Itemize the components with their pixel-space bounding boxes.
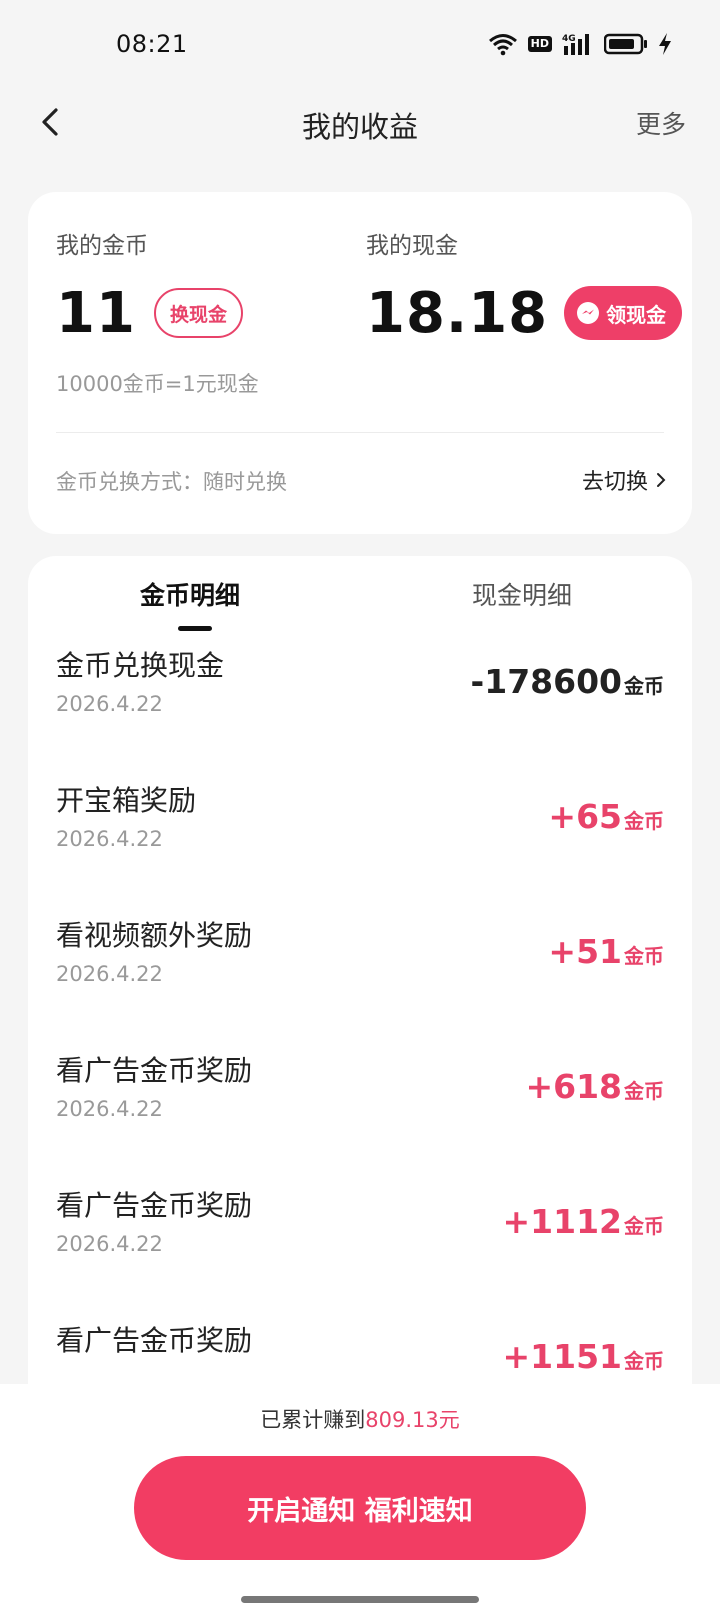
record-unit: 金币 <box>624 1214 664 1238</box>
exchange-rate-text: 10000金币=1元现金 <box>56 372 259 396</box>
record-date: 2026.4.22 <box>56 827 163 851</box>
record-title: 看视频额外奖励 <box>56 919 253 952</box>
record-amount: +51 金币 <box>548 932 664 971</box>
record-value: +618 <box>525 1067 622 1106</box>
record-unit: 金币 <box>624 1349 664 1373</box>
page-title: 我的收益 <box>301 110 418 144</box>
chevron-right-icon <box>657 473 666 487</box>
record-value: +65 <box>548 797 622 836</box>
home-indicator[interactable] <box>241 1596 479 1603</box>
detail-tabs: 金币明细 现金明细 <box>28 576 692 636</box>
record-value: -178600 <box>470 662 622 701</box>
battery-icon <box>604 33 648 55</box>
record-amount: +1112 金币 <box>503 1202 665 1241</box>
withdraw-cash-button[interactable]: 领现金 <box>564 286 683 340</box>
total-earned-text: 已累计赚到809.13元 <box>0 1404 720 1434</box>
record-value: +51 <box>548 932 622 971</box>
withdraw-cash-label: 领现金 <box>606 302 667 327</box>
bottom-bar: 已累计赚到809.13元 开启通知 福利速知 <box>0 1384 720 1612</box>
switch-label: 去切换 <box>581 470 648 495</box>
record-value: +1151 <box>502 1337 623 1376</box>
switch-method-button[interactable]: 去切换 <box>582 464 666 496</box>
hd-icon: HD <box>527 36 552 52</box>
record-unit: 金币 <box>624 1079 664 1103</box>
record-amount: +1151 金币 <box>503 1337 665 1376</box>
record-amount: -178600 金币 <box>471 662 664 701</box>
divider <box>56 432 664 433</box>
cash-amount-row: 18.18 领现金 <box>366 280 683 346</box>
enable-notifications-button[interactable]: 开启通知 福利速知 <box>134 1456 586 1560</box>
active-tab-indicator <box>178 626 212 631</box>
signal-4g-icon: 4G <box>562 32 594 56</box>
record-amount: +65 金币 <box>548 797 664 836</box>
record-unit: 金币 <box>624 674 664 698</box>
list-item[interactable]: 看视频额外奖励 2026.4.22 +51 金币 <box>28 914 692 1049</box>
record-title: 看广告金币奖励 <box>56 1189 253 1222</box>
svg-text:4G: 4G <box>562 34 576 44</box>
list-item[interactable]: 看广告金币奖励 2026.4.22 +618 金币 <box>28 1049 692 1184</box>
exchange-method-text: 金币兑换方式：随时兑换 <box>56 470 287 494</box>
record-date: 2026.4.22 <box>56 962 163 986</box>
list-item[interactable]: 看广告金币奖励 2026.4.22 +1112 金币 <box>28 1184 692 1319</box>
status-bar: 08:21 HD 4G <box>0 0 720 90</box>
record-date: 2026.4.22 <box>56 1097 163 1121</box>
exchange-cash-button[interactable]: 换现金 <box>153 288 243 338</box>
wechat-icon <box>577 302 600 324</box>
wifi-icon <box>488 32 518 56</box>
tab-coin-details[interactable]: 金币明细 <box>140 576 240 612</box>
cash-label: 我的现金 <box>366 233 458 259</box>
charging-icon <box>658 32 672 56</box>
record-unit: 金币 <box>624 944 664 968</box>
coins-value: 11 <box>56 280 136 346</box>
record-title: 开宝箱奖励 <box>56 784 197 817</box>
record-title: 看广告金币奖励 <box>56 1324 253 1357</box>
total-earned-amount: 809.13元 <box>365 1408 460 1432</box>
status-time: 08:21 <box>116 30 188 58</box>
cash-value: 18.18 <box>366 280 549 346</box>
record-amount: +618 金币 <box>525 1067 664 1106</box>
more-button[interactable]: 更多 <box>636 105 686 141</box>
status-icons: HD 4G <box>488 32 672 56</box>
list-item[interactable]: 开宝箱奖励 2026.4.22 +65 金币 <box>28 779 692 914</box>
coins-amount-row: 11 换现金 <box>56 280 243 346</box>
record-date: 2026.4.22 <box>56 692 163 716</box>
record-title: 金币兑换现金 <box>56 649 225 682</box>
tab-cash-details[interactable]: 现金明细 <box>472 576 572 612</box>
nav-bar: 我的收益 更多 <box>0 90 720 154</box>
record-value: +1112 <box>502 1202 623 1241</box>
record-unit: 金币 <box>624 809 664 833</box>
coins-section: 我的金币 11 换现金 <box>56 226 243 346</box>
record-title: 看广告金币奖励 <box>56 1054 253 1087</box>
cash-section: 我的现金 18.18 领现金 <box>366 226 683 346</box>
record-date: 2026.4.22 <box>56 1232 163 1256</box>
earnings-summary-card: 我的金币 11 换现金 我的现金 18.18 领现金 10000金币=1元现金 … <box>28 192 692 534</box>
list-item[interactable]: 金币兑换现金 2026.4.22 -178600 金币 <box>28 644 692 779</box>
coins-label: 我的金币 <box>56 233 148 259</box>
total-earned-prefix: 已累计赚到 <box>260 1408 366 1432</box>
